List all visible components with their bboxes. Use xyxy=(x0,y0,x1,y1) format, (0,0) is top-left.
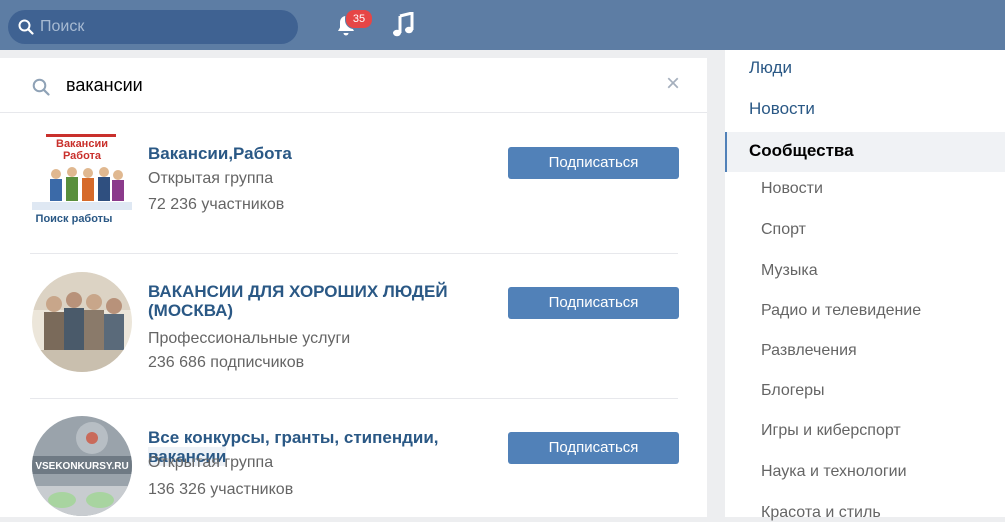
subscribe-button[interactable]: Подписаться xyxy=(508,287,679,319)
category-bloggers[interactable]: Блогеры xyxy=(761,382,825,400)
group-title-text: Все конкурсы, гранты, стипендии, xyxy=(148,428,439,447)
avatar-text: VSEKONKURSY.RU xyxy=(35,461,128,472)
menu-item-communities-label: Сообщества xyxy=(749,141,854,160)
group-avatar[interactable]: VSEKONKURSY.RU xyxy=(32,416,132,516)
group-avatar[interactable]: Вакансии Работа Поиск работы xyxy=(32,132,132,232)
category-beauty-style[interactable]: Красота и стиль xyxy=(761,504,881,522)
notifications-badge: 35 xyxy=(345,9,373,29)
group-avatar[interactable] xyxy=(32,272,132,372)
group-title-line2: (МОСКВА) xyxy=(148,301,234,320)
group-title[interactable]: ВАКАНСИИ ДЛЯ ХОРОШИХ ЛЮДЕЙ (МОСКВА) xyxy=(148,282,498,320)
category-news[interactable]: Новости xyxy=(761,180,823,198)
menu-item-people[interactable]: Люди xyxy=(749,58,792,78)
subscribe-button[interactable]: Подписаться xyxy=(508,147,679,179)
menu-item-communities[interactable]: Сообщества xyxy=(725,132,1005,172)
music-icon[interactable] xyxy=(392,12,416,38)
search-placeholder: Поиск xyxy=(40,18,85,35)
avatar-text-line3: Поиск работы xyxy=(36,213,113,225)
group-type: Открытая группа xyxy=(148,170,274,187)
avatar-text-line2: Работа xyxy=(63,150,102,162)
group-category: Профессиональные услуги xyxy=(148,330,351,347)
group-members: 136 326 участников xyxy=(148,481,294,498)
category-science-tech[interactable]: Наука и технологии xyxy=(761,463,907,481)
global-search-input[interactable]: Поиск xyxy=(8,10,298,44)
avatar-text-line1: Вакансии xyxy=(56,138,108,150)
category-radio-tv[interactable]: Радио и телевидение xyxy=(761,302,921,320)
group-type: Открытая группа xyxy=(148,454,274,471)
search-icon xyxy=(18,19,34,35)
search-icon xyxy=(32,78,50,96)
group-title-line1: ВАКАНСИИ ДЛЯ ХОРОШИХ ЛЮДЕЙ xyxy=(148,282,448,301)
top-header: Поиск 35 xyxy=(0,0,1005,50)
subscribe-button[interactable]: Подписаться xyxy=(508,432,679,464)
clear-search-icon[interactable]: × xyxy=(666,72,680,96)
group-members: 72 236 участников xyxy=(148,196,285,213)
category-music[interactable]: Музыка xyxy=(761,262,818,280)
group-members: 236 686 подписчиков xyxy=(148,354,305,371)
category-games-esports[interactable]: Игры и киберспорт xyxy=(761,422,901,440)
menu-item-news[interactable]: Новости xyxy=(749,99,815,119)
divider xyxy=(30,253,678,254)
category-entertainment[interactable]: Развлечения xyxy=(761,342,857,360)
divider xyxy=(30,398,678,399)
search-filter-menu: Люди Новости Сообщества Новости Спорт Му… xyxy=(725,50,1005,521)
search-results-panel: вакансии × Вакансии Работа Поиск работы … xyxy=(0,58,707,517)
search-query-input[interactable]: вакансии xyxy=(66,75,143,96)
group-title[interactable]: Вакансии,Работа xyxy=(148,144,292,163)
search-query-row: вакансии × xyxy=(0,58,707,113)
category-sport[interactable]: Спорт xyxy=(761,221,806,239)
